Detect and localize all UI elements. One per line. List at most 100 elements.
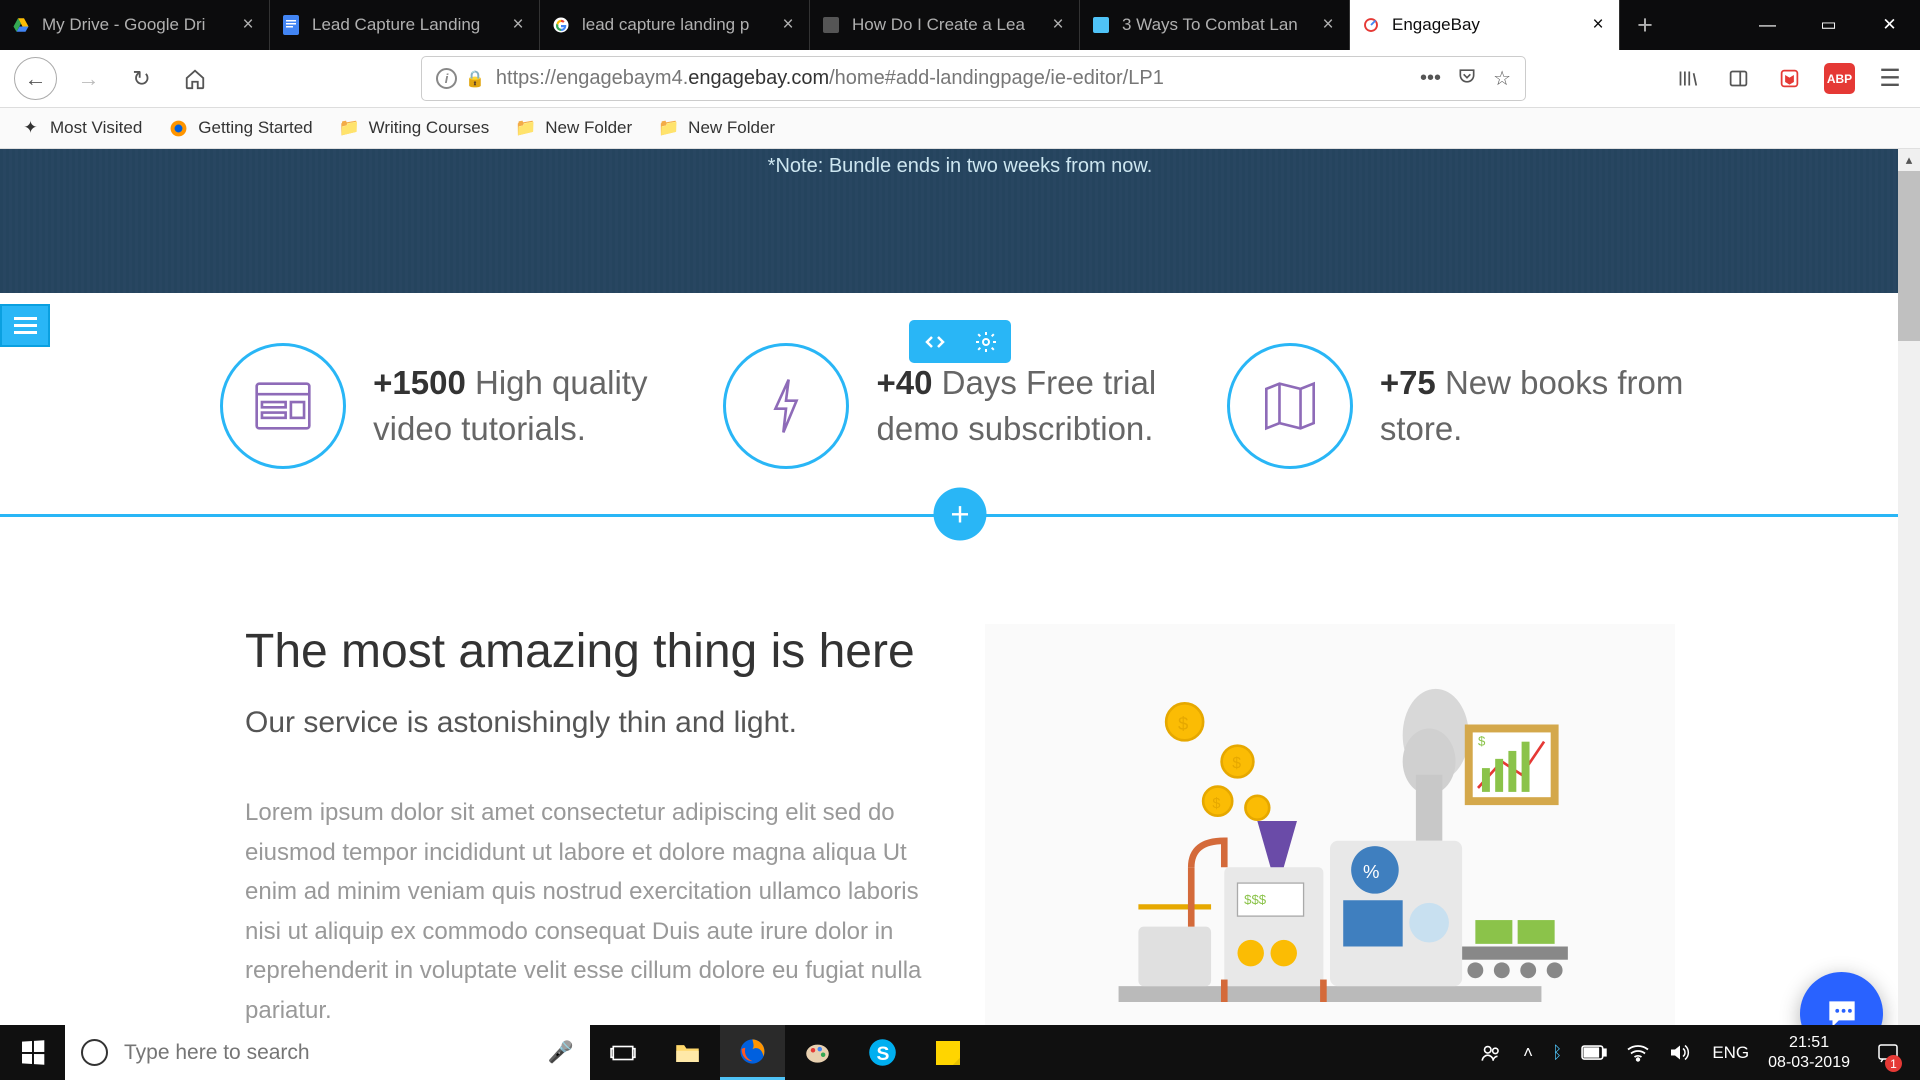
close-icon[interactable]: ×	[507, 14, 529, 36]
tab-title: lead capture landing p	[582, 15, 769, 35]
firefox-taskbar-icon[interactable]	[720, 1025, 785, 1080]
library-icon[interactable]	[1671, 63, 1703, 95]
home-button[interactable]	[173, 57, 216, 100]
new-tab-button[interactable]: +	[1620, 0, 1670, 50]
notifications-button[interactable]: 1	[1869, 1025, 1906, 1080]
menu-button[interactable]: ☰	[1874, 63, 1906, 95]
browser-window-icon	[220, 343, 346, 469]
battery-icon[interactable]	[1581, 1044, 1607, 1061]
sidebar-icon[interactable]	[1722, 63, 1754, 95]
tab-google[interactable]: lead capture landing p ×	[540, 0, 810, 50]
search-input[interactable]	[124, 1041, 532, 1065]
add-section-button[interactable]: +	[934, 488, 987, 541]
close-icon[interactable]: ×	[1587, 14, 1609, 36]
info-icon[interactable]: i	[436, 68, 457, 89]
hero-section: *Note: Bundle ends in two weeks from now…	[0, 149, 1920, 293]
page-content: *Note: Bundle ends in two weeks from now…	[0, 149, 1920, 1080]
bookmark-most-visited[interactable]: ✦ Most Visited	[20, 118, 142, 139]
minimize-button[interactable]: —	[1737, 0, 1798, 50]
svg-text:%: %	[1363, 861, 1379, 882]
feature-text: +75 New books from store.	[1380, 360, 1700, 452]
forward-button[interactable]: →	[67, 57, 110, 100]
language-indicator[interactable]: ENG	[1712, 1043, 1749, 1063]
date-text: 08-03-2019	[1768, 1053, 1850, 1072]
bookmark-writing-courses[interactable]: 📁 Writing Courses	[339, 118, 490, 139]
chevron-up-icon[interactable]: ˄	[1523, 1043, 1533, 1063]
close-icon[interactable]: ×	[777, 14, 799, 36]
pocket-icon[interactable]	[1457, 66, 1477, 92]
clock[interactable]: 21:51 08-03-2019	[1768, 1033, 1850, 1071]
tab-engagebay[interactable]: EngageBay ×	[1350, 0, 1620, 50]
close-icon[interactable]: ×	[237, 14, 259, 36]
tab-title: EngageBay	[1392, 15, 1579, 35]
scrollbar[interactable]: ▴	[1898, 149, 1920, 1080]
tab-title: My Drive - Google Dri	[42, 15, 229, 35]
hub-icon	[1090, 14, 1112, 36]
back-button[interactable]: ←	[14, 57, 57, 100]
settings-icon[interactable]	[960, 320, 1011, 363]
money-machine-illustration: $ % $$$ $ $ $	[1065, 669, 1595, 1039]
taskbar: 🎤 S ˄ ᛒ ENG 21:51 08-03-2019 1	[0, 1025, 1920, 1080]
bookmark-getting-started[interactable]: Getting Started	[168, 118, 312, 139]
folder-icon: 📁	[515, 118, 536, 139]
paint-icon[interactable]	[785, 1025, 850, 1080]
window-controls: — ▭ ✕	[1737, 0, 1920, 50]
bookmark-star-icon[interactable]: ☆	[1493, 66, 1511, 91]
time-text: 21:51	[1768, 1033, 1850, 1052]
bookmark-label: Most Visited	[50, 118, 142, 138]
content-title: The most amazing thing is here	[245, 624, 932, 679]
abp-icon[interactable]: ABP	[1824, 63, 1855, 94]
gdocs-icon	[280, 14, 302, 36]
start-button[interactable]	[0, 1025, 65, 1080]
people-icon[interactable]	[1478, 1040, 1504, 1066]
task-view-button[interactable]	[590, 1025, 655, 1080]
star-icon: ✦	[20, 118, 41, 139]
skype-icon[interactable]: S	[850, 1025, 915, 1080]
bookmark-label: Writing Courses	[369, 118, 490, 138]
bluetooth-icon[interactable]: ᛒ	[1552, 1043, 1562, 1063]
tab-lead-create[interactable]: How Do I Create a Lea ×	[810, 0, 1080, 50]
lock-icon: 🔒	[465, 69, 485, 89]
svg-text:$: $	[1178, 713, 1188, 734]
windows-icon	[22, 1040, 44, 1064]
scroll-up-icon[interactable]: ▴	[1898, 149, 1920, 171]
scroll-thumb[interactable]	[1898, 171, 1920, 341]
hero-note: *Note: Bundle ends in two weeks from now…	[0, 155, 1920, 178]
content-illustration: $ % $$$ $ $ $	[985, 624, 1675, 1080]
system-tray: ˄ ᛒ ENG 21:51 08-03-2019 1	[1478, 1025, 1920, 1080]
mic-icon[interactable]: 🎤	[548, 1041, 574, 1065]
bookmark-new-folder-1[interactable]: 📁 New Folder	[515, 118, 632, 139]
volume-icon[interactable]	[1669, 1042, 1693, 1063]
wifi-icon[interactable]	[1626, 1042, 1650, 1063]
maximize-button[interactable]: ▭	[1798, 0, 1859, 50]
svg-text:S: S	[876, 1044, 889, 1065]
bookmark-label: New Folder	[688, 118, 775, 138]
lightning-icon	[723, 343, 849, 469]
file-explorer-icon[interactable]	[655, 1025, 720, 1080]
editor-sidebar-toggle[interactable]	[0, 304, 50, 347]
content-subtitle: Our service is astonishingly thin and li…	[245, 706, 932, 740]
cortana-icon	[81, 1039, 108, 1066]
tab-gdrive[interactable]: My Drive - Google Dri ×	[0, 0, 270, 50]
feature-books: +75 New books from store.	[1227, 343, 1700, 469]
firefox-icon	[168, 118, 189, 139]
close-icon[interactable]: ×	[1317, 14, 1339, 36]
close-icon[interactable]: ×	[1047, 14, 1069, 36]
mcafee-icon[interactable]	[1773, 63, 1805, 95]
taskbar-search[interactable]: 🎤	[65, 1025, 590, 1080]
tab-combat[interactable]: 3 Ways To Combat Lan ×	[1080, 0, 1350, 50]
google-icon	[550, 14, 572, 36]
url-bar[interactable]: i 🔒 https://engagebaym4.engagebay.com/ho…	[421, 56, 1526, 101]
more-icon[interactable]: •••	[1420, 67, 1441, 90]
code-icon[interactable]	[909, 320, 960, 363]
section-divider: +	[0, 514, 1920, 517]
close-window-button[interactable]: ✕	[1859, 0, 1920, 50]
editor-toolbar	[909, 320, 1011, 363]
tab-title: 3 Ways To Combat Lan	[1122, 15, 1309, 35]
svg-text:$: $	[1232, 755, 1241, 772]
reload-button[interactable]: ↻	[120, 57, 163, 100]
sticky-notes-icon[interactable]	[915, 1025, 980, 1080]
bookmark-new-folder-2[interactable]: 📁 New Folder	[658, 118, 775, 139]
feature-text: +40 Days Free trial demo subscribtion.	[876, 360, 1196, 452]
tab-gdocs[interactable]: Lead Capture Landing ×	[270, 0, 540, 50]
